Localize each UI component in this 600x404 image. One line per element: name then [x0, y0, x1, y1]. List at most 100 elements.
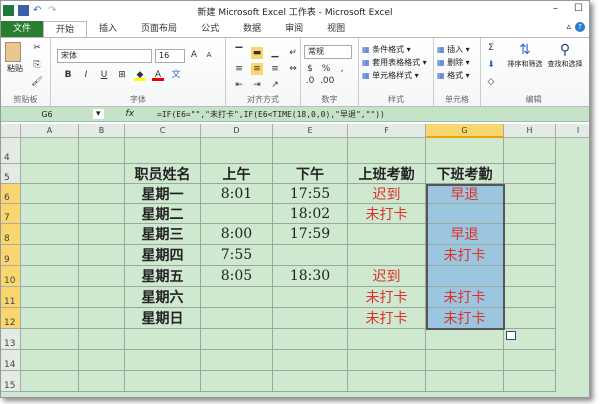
cell-D7[interactable] [201, 204, 273, 224]
cell-H7[interactable] [504, 204, 556, 224]
cell-A13[interactable] [21, 329, 79, 350]
bold-button[interactable]: B [62, 69, 74, 81]
cell-A8[interactable] [21, 224, 79, 245]
cell-E4[interactable] [273, 138, 348, 164]
cell-A4[interactable] [21, 138, 79, 164]
fx-button[interactable]: fx [126, 109, 135, 119]
fill-icon[interactable]: ⬇ [485, 59, 497, 71]
paste-options-icon[interactable] [506, 331, 516, 340]
cells-item-1[interactable]: ▦ 删除 ▾ [437, 56, 477, 69]
cell-F13[interactable] [348, 329, 426, 350]
cell-E7[interactable]: 18:02 [273, 204, 348, 224]
cell-D8[interactable]: 8:00 [201, 224, 273, 245]
cell-G7[interactable] [426, 204, 504, 224]
column-header-E[interactable]: E [273, 124, 348, 138]
cell-H14[interactable] [504, 350, 556, 371]
cell-G4[interactable] [426, 138, 504, 164]
dropdown-arrow-icon[interactable]: ▾ [93, 109, 104, 119]
cell-B6[interactable] [79, 184, 125, 204]
cell-D10[interactable]: 8:05 [201, 266, 273, 287]
cell-F11[interactable]: 未打卡 [348, 287, 426, 308]
cell-G14[interactable] [426, 350, 504, 371]
wrap-text-icon[interactable]: ↵ [287, 47, 299, 59]
cell-C6[interactable]: 星期一 [125, 184, 201, 204]
cell-B7[interactable] [79, 204, 125, 224]
cell-E11[interactable] [273, 287, 348, 308]
cell-E8[interactable]: 17:59 [273, 224, 348, 245]
maximize-icon[interactable]: ☐ [574, 3, 583, 14]
cell-B9[interactable] [79, 245, 125, 266]
clear-icon[interactable]: ◇ [485, 76, 497, 88]
row-header-12[interactable]: 12 [1, 308, 21, 329]
tab-0[interactable]: 文件 [1, 21, 44, 37]
sort-filter-button[interactable]: ⇅ 排序和筛选 [505, 42, 545, 71]
spreadsheet-grid[interactable]: A B C D E F G H I 4 5 职员姓名 上午 下午 上班考勤 下班考勤 6 星期一 8:01 17:55… [1, 124, 589, 397]
tab-3[interactable]: 页面布局 [129, 21, 189, 37]
font-size-select[interactable]: 16 [155, 49, 185, 63]
cell-E9[interactable] [273, 245, 348, 266]
cell-C14[interactable] [125, 350, 201, 371]
cell-B13[interactable] [79, 329, 125, 350]
font-name-select[interactable]: 宋体 [57, 49, 152, 63]
tab-5[interactable]: 数据 [231, 21, 273, 37]
cell-F9[interactable] [348, 245, 426, 266]
shrink-font-icon[interactable]: A [203, 49, 215, 61]
cell-C4[interactable] [125, 138, 201, 164]
row-header-13[interactable]: 13 [1, 329, 21, 350]
cell-E13[interactable] [273, 329, 348, 350]
increase-decimal-icon[interactable]: .0 [304, 75, 316, 87]
cell-A9[interactable] [21, 245, 79, 266]
cell-F14[interactable] [348, 350, 426, 371]
cell-A11[interactable] [21, 287, 79, 308]
tab-2[interactable]: 插入 [87, 21, 129, 37]
cell-H15[interactable] [504, 371, 556, 392]
row-header-14[interactable]: 14 [1, 350, 21, 371]
select-all-corner[interactable] [1, 124, 21, 138]
cell-C12[interactable]: 星期日 [125, 308, 201, 329]
cell-F10[interactable]: 迟到 [348, 266, 426, 287]
currency-icon[interactable]: $ [304, 63, 316, 75]
cell-F15[interactable] [348, 371, 426, 392]
increase-indent-icon[interactable]: ⇥ [251, 79, 263, 91]
cell-D9[interactable]: 7:55 [201, 245, 273, 266]
cell-C13[interactable] [125, 329, 201, 350]
cell-G6[interactable]: 早退 [426, 184, 504, 204]
column-header-F[interactable]: F [348, 124, 426, 138]
number-format-select[interactable]: 常规 [304, 45, 352, 59]
cell-B15[interactable] [79, 371, 125, 392]
cell-D6[interactable]: 8:01 [201, 184, 273, 204]
phonetic-icon[interactable]: 文 [170, 69, 182, 81]
format-painter-icon[interactable]: 🖌 [31, 76, 43, 88]
row-header-7[interactable]: 7 [1, 204, 21, 224]
column-header-D[interactable]: D [201, 124, 273, 138]
cell-G8[interactable]: 早退 [426, 224, 504, 245]
copy-icon[interactable]: ⎘ [31, 59, 43, 71]
cell-H8[interactable] [504, 224, 556, 245]
help-icon[interactable]: ? [575, 22, 585, 32]
fill-color-icon[interactable]: ◆ [134, 69, 146, 81]
cell-H6[interactable] [504, 184, 556, 204]
tab-4[interactable]: 公式 [189, 21, 231, 37]
underline-button[interactable]: U [98, 69, 110, 81]
column-header-C[interactable]: C [125, 124, 201, 138]
cell-E5[interactable]: 下午 [273, 164, 348, 184]
cell-H11[interactable] [504, 287, 556, 308]
paste-button[interactable]: 粘贴 [5, 42, 25, 75]
find-select-button[interactable]: ⚲ 查找和选择 [545, 42, 585, 71]
cell-G11[interactable]: 未打卡 [426, 287, 504, 308]
cell-C15[interactable] [125, 371, 201, 392]
collapse-ribbon-icon[interactable]: ▵ [566, 22, 571, 32]
row-header-10[interactable]: 10 [1, 266, 21, 287]
cell-B10[interactable] [79, 266, 125, 287]
cell-B8[interactable] [79, 224, 125, 245]
tab-7[interactable]: 视图 [315, 21, 357, 37]
cell-B14[interactable] [79, 350, 125, 371]
font-color-icon[interactable]: A [152, 69, 164, 81]
cell-G12[interactable]: 未打卡 [426, 308, 504, 329]
formula-input[interactable]: =IF(E6="","未打卡",IF(E6<TIME(18,0,0),"早退",… [153, 109, 385, 120]
cell-E10[interactable]: 18:30 [273, 266, 348, 287]
percent-button[interactable]: % [320, 63, 332, 75]
styles-item-1[interactable]: ▦ 套用表格格式 ▾ [362, 56, 430, 69]
cell-F12[interactable]: 未打卡 [348, 308, 426, 329]
cell-H5[interactable] [504, 164, 556, 184]
